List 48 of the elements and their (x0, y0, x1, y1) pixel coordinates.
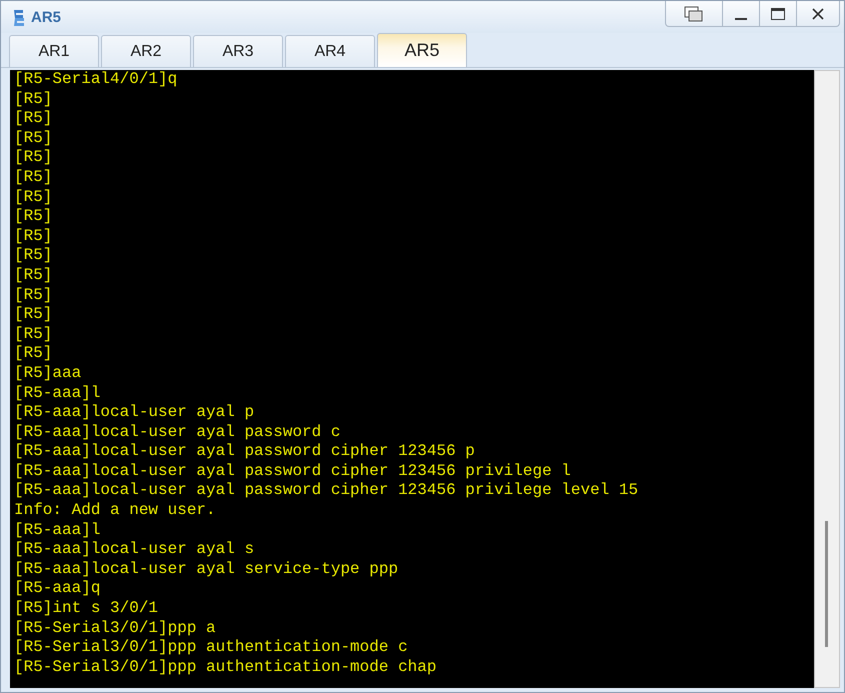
terminal-line: [R5] (14, 128, 54, 148)
terminal-line: [R5] (14, 148, 54, 168)
terminal-line: [R5]int s 3/0/1 (14, 599, 160, 619)
terminal-line: [R5] (14, 305, 54, 325)
terminal-line: [R5-aaa]local-user ayal password cipher 123456 privilege level 15 (14, 481, 640, 502)
terminal-line: [R5]aaa (14, 364, 82, 384)
terminal-line: [R5] (14, 109, 54, 129)
terminal-line: [R5-Serial3/0/1]ppp authentication-mode chap (14, 658, 438, 678)
terminal-line: [R5-aaa]local-user ayal password cipher 123456 privilege l (14, 462, 572, 482)
close-button[interactable] (796, 1, 840, 27)
terminal-line: [R5] (14, 168, 54, 188)
tab[interactable]: AR4 (285, 35, 375, 67)
minimize-button[interactable] (722, 1, 760, 27)
tab[interactable]: AR5 (377, 33, 467, 67)
terminal-line: [R5-aaa]local-user ayal p (14, 403, 256, 423)
terminal-line: [R5] (14, 266, 54, 286)
terminal-line: [R5-aaa]local-user ayal service-type ppp (14, 560, 400, 580)
scrollbar-thumb[interactable] (825, 521, 828, 647)
tab[interactable]: AR1 (9, 35, 99, 67)
terminal-line: [R5] (14, 324, 54, 344)
terminal-line: [R5-aaa]local-user ayal password c (14, 422, 342, 442)
terminal-line: [R5-Serial3/0/1]ppp a (14, 618, 217, 638)
terminal-line: [R5] (14, 188, 54, 208)
tab[interactable]: AR3 (193, 35, 283, 67)
terminal-line: [R5-Serial3/0/1]ppp authentication-mode c (14, 638, 409, 658)
terminal-line: [R5-aaa]local-user ayal password cipher 123456 p (14, 442, 476, 462)
maximize-icon (771, 8, 785, 20)
app-icon (11, 8, 27, 26)
terminal-line: [R5] (14, 286, 54, 306)
terminal-line: Info: Add a new user. (14, 501, 217, 521)
terminal-line: [R5] (14, 90, 54, 110)
terminal-line: [R5] (14, 226, 54, 246)
restore-button[interactable] (665, 1, 723, 27)
terminal-line: [R5-aaa]local-user ayal s (14, 540, 256, 560)
terminal-line: [R5-aaa]l (14, 384, 102, 404)
minimize-icon (735, 18, 747, 20)
terminal-line: [R5] (14, 344, 54, 364)
windows-icon (684, 6, 704, 22)
scrollbar[interactable] (814, 70, 840, 688)
terminal-line: [R5] (14, 246, 54, 266)
window-title: AR5 (31, 8, 62, 26)
maximize-button[interactable] (759, 1, 797, 27)
terminal-line: [R5-Serial4/0/1]q (14, 70, 178, 90)
terminal-line: [R5-aaa]l (14, 520, 102, 540)
terminal-line: [R5-aaa]q (14, 579, 102, 600)
close-icon (812, 8, 824, 20)
terminal-line: [R5] (14, 207, 54, 227)
tab[interactable]: AR2 (101, 35, 191, 67)
